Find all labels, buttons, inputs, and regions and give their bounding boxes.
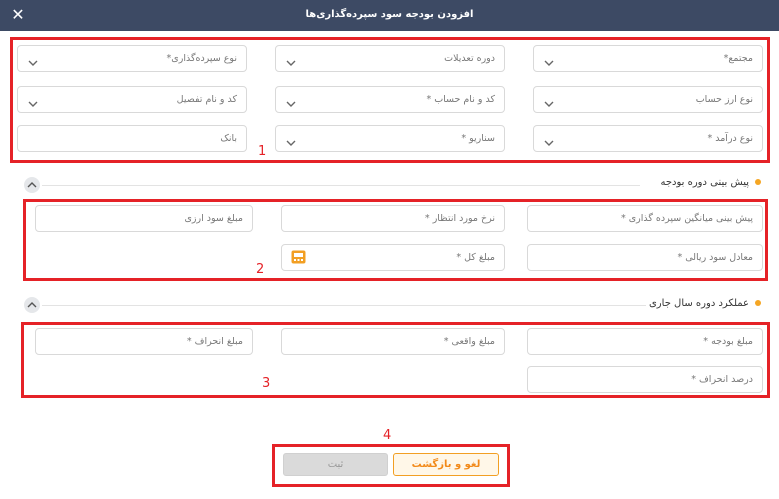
chevron-up-icon [27, 182, 37, 188]
deposit-type-placeholder: نوع سپرده‌گذاری* [166, 53, 237, 64]
chevron-up-icon [27, 302, 37, 308]
chevron-down-icon [28, 60, 38, 66]
fx-profit-amount-input[interactable]: مبلغ سود ارزی [35, 205, 253, 232]
bank-input[interactable]: بانک [17, 125, 247, 152]
account-code-name-select[interactable]: کد و نام حساب * [275, 86, 505, 113]
rial-profit-equivalent-placeholder: معادل سود ریالی * [677, 252, 753, 263]
account-code-name-placeholder: کد و نام حساب * [426, 94, 495, 105]
income-type-placeholder: نوع درآمد * [707, 133, 753, 144]
fx-profit-amount-placeholder: مبلغ سود ارزی [184, 213, 243, 224]
bank-input-placeholder: بانک [220, 133, 237, 144]
annotation-number-4: 4 [383, 428, 392, 443]
calculator-icon[interactable] [291, 250, 306, 264]
scenario-placeholder: سناریو * [461, 133, 495, 144]
chevron-down-icon [544, 60, 554, 66]
dialog-titlebar: ✕ افزودن بودجه سود سپرده‌گذاری‌ها [0, 0, 779, 31]
deviation-percent-input[interactable]: درصد انحراف * [527, 366, 763, 393]
deviation-amount-input[interactable]: مبلغ انحراف * [35, 328, 253, 355]
complex-select[interactable]: مجتمع* [533, 45, 763, 72]
avg-deposit-forecast-input[interactable]: پیش بینی میانگین سپرده گذاری * [527, 205, 763, 232]
actual-amount-input[interactable]: مبلغ واقعی * [281, 328, 505, 355]
complex-select-placeholder: مجتمع* [723, 53, 753, 64]
forecast-section-title: پیش بینی دوره بودجه [660, 177, 761, 188]
detail-code-name-select[interactable]: کد و نام تفصیل [17, 86, 247, 113]
dialog-title: افزودن بودجه سود سپرده‌گذاری‌ها [305, 9, 474, 20]
expected-rate-input[interactable]: نرخ مورد انتظار * [281, 205, 505, 232]
chevron-down-icon [286, 60, 296, 66]
adjustment-period-select[interactable]: دوره تعدیلات [275, 45, 505, 72]
rial-profit-equivalent-input[interactable]: معادل سود ریالی * [527, 244, 763, 271]
expected-rate-placeholder: نرخ مورد انتظار * [424, 213, 495, 224]
section-bullet-icon [755, 300, 761, 306]
total-amount-placeholder: مبلغ کل * [456, 252, 495, 263]
chevron-down-icon [544, 101, 554, 107]
submit-button[interactable]: ثبت [283, 453, 388, 476]
section-bullet-icon [755, 179, 761, 185]
performance-collapse-toggle[interactable] [24, 297, 40, 313]
scenario-select[interactable]: سناریو * [275, 125, 505, 152]
annotation-number-3: 3 [262, 376, 271, 391]
performance-section-label: عملکرد دوره سال جاری [648, 298, 749, 309]
budget-amount-placeholder: مبلغ بودجه * [703, 336, 753, 347]
adjustment-period-placeholder: دوره تعدیلات [444, 53, 495, 64]
budget-amount-input[interactable]: مبلغ بودجه * [527, 328, 763, 355]
chevron-down-icon [286, 101, 296, 107]
forecast-section-label: پیش بینی دوره بودجه [660, 177, 749, 188]
account-currency-type-select[interactable]: نوع ارز حساب [533, 86, 763, 113]
annotation-number-2: 2 [256, 262, 265, 277]
income-type-select[interactable]: نوع درآمد * [533, 125, 763, 152]
deposit-type-select[interactable]: نوع سپرده‌گذاری* [17, 45, 247, 72]
account-currency-type-placeholder: نوع ارز حساب [695, 94, 753, 105]
cancel-back-button[interactable]: لغو و بازگشت [393, 453, 499, 476]
deviation-amount-placeholder: مبلغ انحراف * [186, 336, 243, 347]
forecast-divider [42, 185, 640, 186]
deviation-percent-placeholder: درصد انحراف * [691, 374, 753, 385]
performance-divider [42, 305, 646, 306]
performance-section-title: عملکرد دوره سال جاری [649, 298, 761, 309]
avg-deposit-forecast-placeholder: پیش بینی میانگین سپرده گذاری * [620, 213, 753, 224]
actual-amount-placeholder: مبلغ واقعی * [443, 336, 495, 347]
detail-code-name-placeholder: کد و نام تفصیل [176, 94, 237, 105]
chevron-down-icon [28, 101, 38, 107]
chevron-down-icon [544, 140, 554, 146]
chevron-down-icon [286, 140, 296, 146]
total-amount-input[interactable]: مبلغ کل * [281, 244, 505, 271]
forecast-collapse-toggle[interactable] [24, 177, 40, 193]
annotation-number-1: 1 [258, 144, 267, 159]
